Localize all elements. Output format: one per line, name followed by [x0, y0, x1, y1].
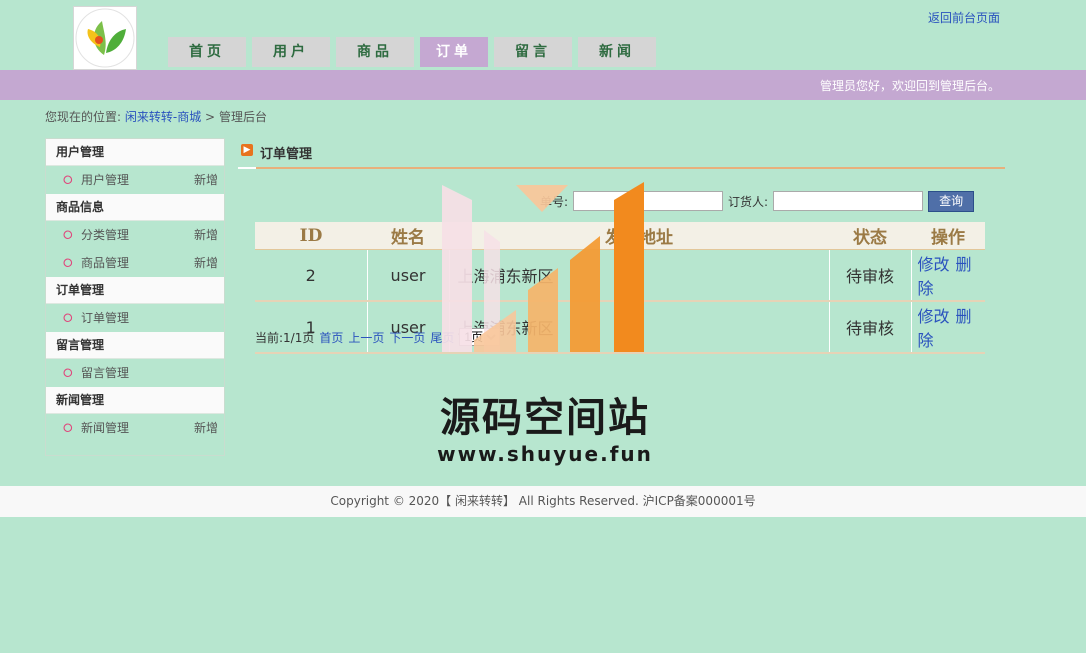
welcome-text: 管理员您好，欢迎回到管理后台。: [819, 79, 1000, 93]
col-actions: 操作: [911, 222, 985, 250]
sidebar-item-label: 订单管理: [81, 311, 130, 325]
prev-page-link[interactable]: 上一页: [348, 329, 384, 346]
add-news-link[interactable]: 新增: [194, 414, 218, 442]
tab-home[interactable]: 首页: [168, 37, 246, 67]
bullet-icon: ⭘: [63, 311, 73, 325]
add-product-link[interactable]: 新增: [194, 249, 218, 277]
sidebar-item-news-manage[interactable]: ⭘ 新闻管理 新增: [46, 414, 224, 442]
sidebar-group-news: 新闻管理: [46, 387, 224, 414]
cell-address: 上海浦东新区: [448, 301, 829, 354]
first-page-link[interactable]: 首页: [319, 329, 343, 346]
order-no-input[interactable]: [573, 191, 724, 211]
query-button[interactable]: 查询: [928, 190, 975, 212]
panel-header: ▶ 订单管理: [238, 140, 1005, 169]
sidebar-group-messages: 留言管理: [46, 332, 224, 359]
sidebar-item-label: 分类管理: [81, 228, 130, 242]
tab-messages[interactable]: 留言: [494, 37, 572, 67]
watermark-url: www.shuyue.fun: [437, 442, 653, 466]
sidebar-item-message-manage[interactable]: ⭘ 留言管理: [46, 359, 224, 387]
sidebar: 用户管理 ⭘ 用户管理 新增 商品信息 ⭘ 分类管理 新增 ⭘ 商品管理 新增 …: [45, 138, 225, 456]
tab-products[interactable]: 商品: [336, 37, 414, 67]
order-no-label: 单号:: [540, 194, 569, 209]
breadcrumb-prefix: 您现在的位置:: [45, 110, 122, 124]
cell-actions: 修改 删除: [910, 249, 985, 302]
pagination: 当前:1/1页 首页 上一页 下一页 尾页 1页: [255, 328, 501, 346]
col-id: ID: [255, 222, 367, 250]
next-page-link[interactable]: 下一页: [389, 329, 425, 346]
bullet-icon: ⭘: [63, 173, 73, 187]
sidebar-item-category-manage[interactable]: ⭘ 分类管理 新增: [46, 221, 224, 249]
tab-orders[interactable]: 订单: [420, 37, 488, 67]
add-category-link[interactable]: 新增: [194, 221, 218, 249]
bullet-icon: ⭘: [63, 228, 73, 242]
main-nav: 首页 用户 商品 订单 留言 新闻: [168, 37, 656, 67]
table-row: 2 user 上海浦东新区 待审核 修改 删除: [255, 249, 985, 302]
add-user-link[interactable]: 新增: [194, 166, 218, 194]
edit-link[interactable]: 修改: [918, 307, 950, 326]
cell-name: user: [366, 249, 449, 302]
sidebar-group-orders: 订单管理: [46, 277, 224, 304]
sidebar-item-label: 商品管理: [81, 256, 130, 270]
sidebar-group-users: 用户管理: [46, 139, 224, 166]
copyright-text: Copyright © 2020【 闲来转转】 All Rights Reser…: [330, 494, 756, 508]
header-bar: 管理员您好，欢迎回到管理后台。: [0, 70, 1086, 100]
breadcrumb-site-link[interactable]: 闲来转转-商城: [125, 110, 201, 124]
col-name: 姓名: [367, 222, 449, 250]
col-status: 状态: [829, 222, 911, 250]
cell-id: 2: [255, 249, 367, 302]
cell-status: 待审核: [828, 301, 911, 354]
sidebar-item-label: 留言管理: [81, 366, 130, 380]
cell-actions: 修改 删除: [910, 301, 985, 354]
arrow-right-icon: ▶: [241, 144, 253, 156]
footer: Copyright © 2020【 闲来转转】 All Rights Reser…: [0, 486, 1086, 517]
cell-status: 待审核: [828, 249, 911, 302]
breadcrumb-current: 管理后台: [218, 110, 267, 124]
page-select[interactable]: 1页: [459, 328, 501, 346]
title-underline-accent: [238, 167, 256, 169]
leaf-logo-icon: [75, 8, 135, 68]
tab-news[interactable]: 新闻: [578, 37, 656, 67]
page-status: 当前:1/1页: [255, 330, 315, 345]
sidebar-item-product-manage[interactable]: ⭘ 商品管理 新增: [46, 249, 224, 277]
page-title: 订单管理: [260, 147, 313, 162]
buyer-input[interactable]: [773, 191, 924, 211]
breadcrumb-separator: >: [205, 110, 216, 124]
sidebar-item-order-manage[interactable]: ⭘ 订单管理: [46, 304, 224, 332]
watermark-title: 源码空间站: [440, 395, 650, 441]
sidebar-item-label: 用户管理: [81, 173, 130, 187]
breadcrumb: 您现在的位置: 闲来转转-商城 > 管理后台: [45, 108, 267, 125]
edit-link[interactable]: 修改: [918, 255, 950, 274]
bullet-icon: ⭘: [63, 421, 73, 435]
back-to-frontend-link[interactable]: 返回前台页面: [928, 9, 1000, 26]
cell-address: 上海浦东新区: [448, 249, 829, 302]
bullet-icon: ⭘: [63, 256, 73, 270]
sidebar-item-label: 新闻管理: [81, 421, 130, 435]
col-address: 发货地址: [449, 222, 829, 250]
last-page-link[interactable]: 尾页: [430, 329, 454, 346]
sidebar-group-products: 商品信息: [46, 194, 224, 221]
sidebar-item-user-manage[interactable]: ⭘ 用户管理 新增: [46, 166, 224, 194]
site-logo: [73, 6, 137, 70]
tab-users[interactable]: 用户: [252, 37, 330, 67]
search-bar: 单号: 订货人: 查询: [540, 190, 975, 212]
table-header-row: ID 姓名 发货地址 状态 操作: [255, 222, 985, 250]
buyer-label: 订货人:: [728, 194, 769, 209]
bullet-icon: ⭘: [63, 366, 73, 380]
